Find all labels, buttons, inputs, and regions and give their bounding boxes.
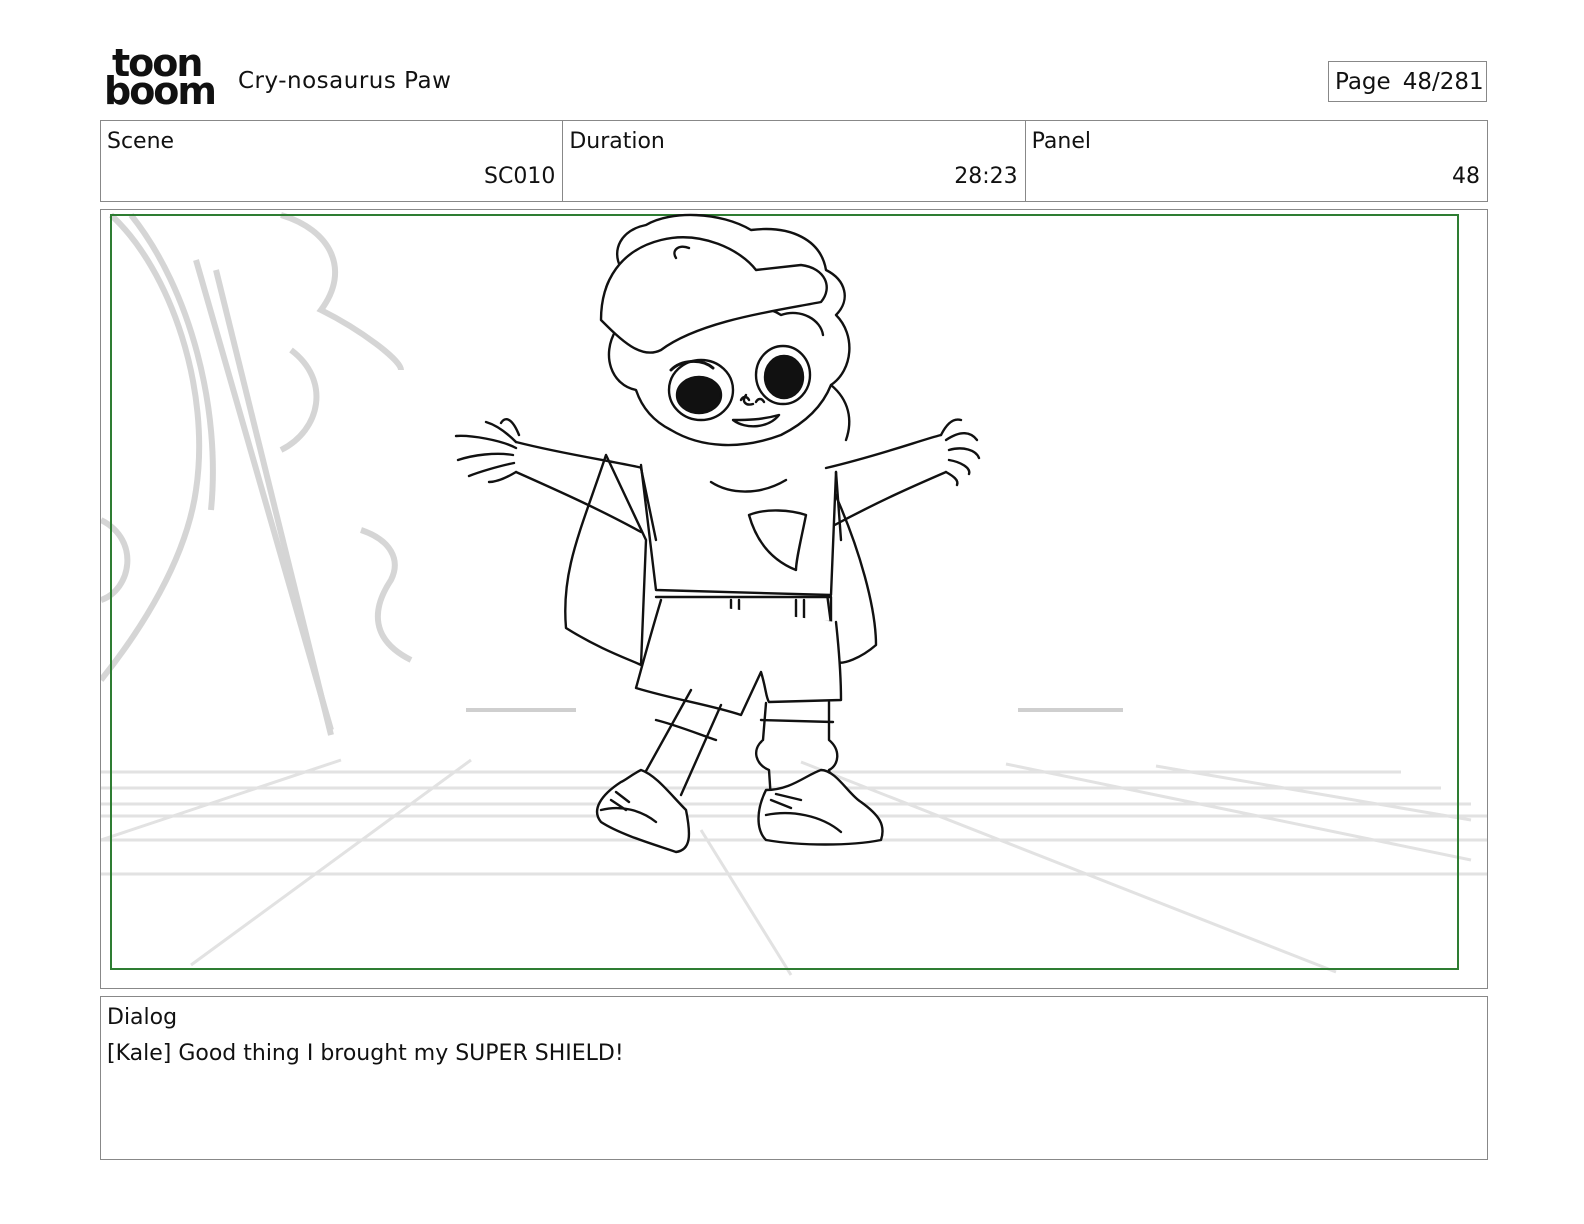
duration-cell: Duration 28:23 <box>563 121 1026 201</box>
scene-value: SC010 <box>484 164 556 189</box>
project-title: Cry-nosaurus Paw <box>238 68 452 94</box>
background-tree <box>101 212 413 736</box>
scene-cell: Scene SC010 <box>101 121 564 201</box>
page-indicator: Page 48/281 <box>1328 61 1487 102</box>
toonboom-logo: toon boom <box>104 44 217 113</box>
storyboard-sketch <box>101 212 1487 976</box>
character-kale <box>454 213 981 854</box>
panel-info-table: Scene SC010 Duration 28:23 Panel 48 <box>100 120 1488 202</box>
panel-value: 48 <box>1451 164 1480 189</box>
storyboard-panel <box>100 209 1488 989</box>
panel-cell: Panel 48 <box>1026 121 1487 201</box>
panel-label: Panel <box>1031 129 1092 154</box>
duration-label: Duration <box>569 129 665 154</box>
logo-line-2: boom <box>104 69 217 113</box>
scene-label: Scene <box>107 129 175 154</box>
page-label: Page <box>1335 68 1391 95</box>
dialog-label: Dialog <box>107 1005 178 1030</box>
dialog-text: [Kale] Good thing I brought my SUPER SHI… <box>107 1041 624 1066</box>
duration-value: 28:23 <box>954 164 1018 189</box>
dialog-box: Dialog [Kale] Good thing I brought my SU… <box>100 996 1488 1160</box>
page-number: 48/281 <box>1402 68 1484 95</box>
